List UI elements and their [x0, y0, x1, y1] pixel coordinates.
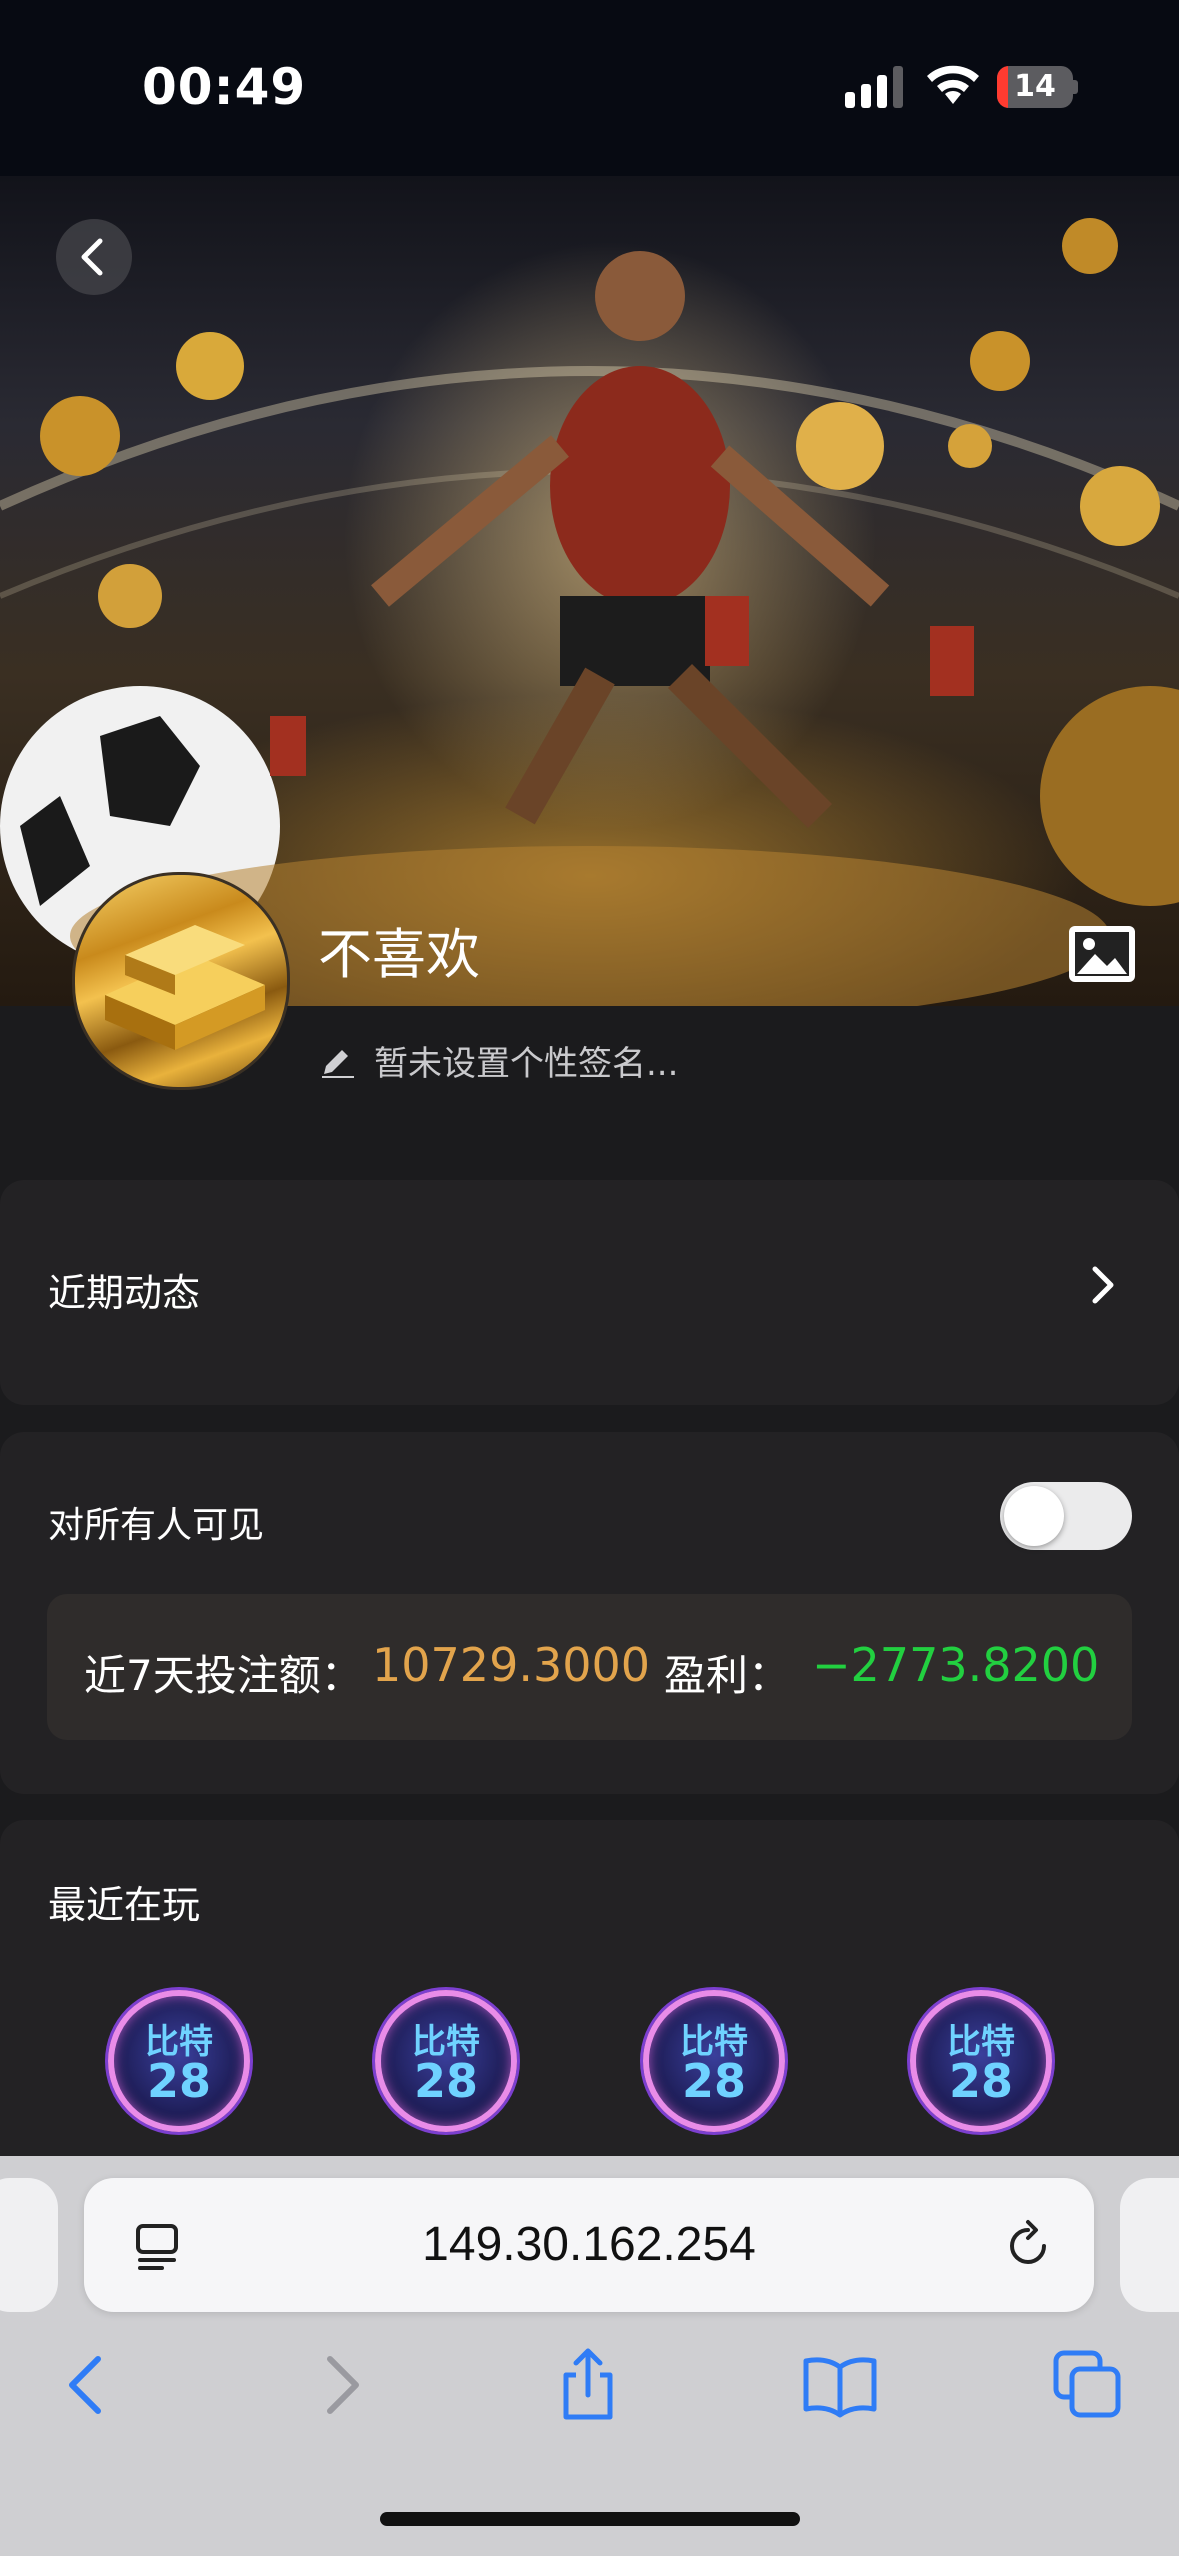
game-name-line2: 28	[948, 2054, 1013, 2108]
avatar[interactable]	[72, 872, 290, 1090]
bet-amount: 10729.3000	[372, 1638, 651, 1692]
chevron-right-icon	[1092, 1266, 1114, 1304]
browser-forward-icon[interactable]	[300, 2345, 380, 2425]
url-text[interactable]: 149.30.162.254	[84, 2178, 1094, 2312]
game-name-line2: 28	[681, 2054, 746, 2108]
signature-text: 暂未设置个性签名...	[374, 1044, 679, 1084]
gold-bars-avatar-image	[105, 925, 265, 1050]
chevron-left-icon	[81, 238, 103, 276]
wifi-icon	[927, 65, 979, 104]
battery-level: 14	[1014, 69, 1056, 104]
reload-icon[interactable]	[1000, 2218, 1056, 2274]
battery-indicator: 14	[997, 66, 1078, 108]
game-icon-bit28[interactable]: 比特 28	[375, 1990, 517, 2132]
profit-amount: −2773.8200	[812, 1638, 1100, 1692]
cellular-signal-icon	[845, 66, 903, 108]
recently-playing-title: 最近在玩	[48, 1883, 201, 1927]
status-time: 00:49	[142, 58, 307, 116]
username: 不喜欢	[318, 923, 480, 986]
previous-tab-preview[interactable]	[0, 2178, 58, 2312]
game-name-line2: 28	[146, 2054, 211, 2108]
visibility-toggle[interactable]	[1000, 1482, 1132, 1550]
home-indicator	[380, 2512, 800, 2526]
bookmarks-icon[interactable]	[800, 2345, 880, 2425]
next-tab-preview[interactable]	[1120, 2178, 1179, 2312]
change-cover-icon[interactable]	[1067, 924, 1137, 984]
game-name-line2: 28	[413, 2054, 478, 2108]
edit-pencil-icon	[322, 1050, 354, 1078]
profit-label: 盈利：	[664, 1651, 791, 1700]
recent-activity-title: 近期动态	[48, 1271, 201, 1315]
game-icon-bit28[interactable]: 比特 28	[910, 1990, 1052, 2132]
bet-label: 近7天投注额：	[84, 1651, 363, 1700]
tabs-icon[interactable]	[1048, 2345, 1128, 2425]
game-icon-bit28[interactable]: 比特 28	[643, 1990, 785, 2132]
browser-back-icon[interactable]	[48, 2345, 128, 2425]
share-icon[interactable]	[548, 2345, 628, 2425]
back-button[interactable]	[56, 219, 132, 295]
game-icon-bit28[interactable]: 比特 28	[108, 1990, 250, 2132]
toggle-knob	[1004, 1486, 1064, 1546]
visibility-label: 对所有人可见	[48, 1505, 265, 1546]
